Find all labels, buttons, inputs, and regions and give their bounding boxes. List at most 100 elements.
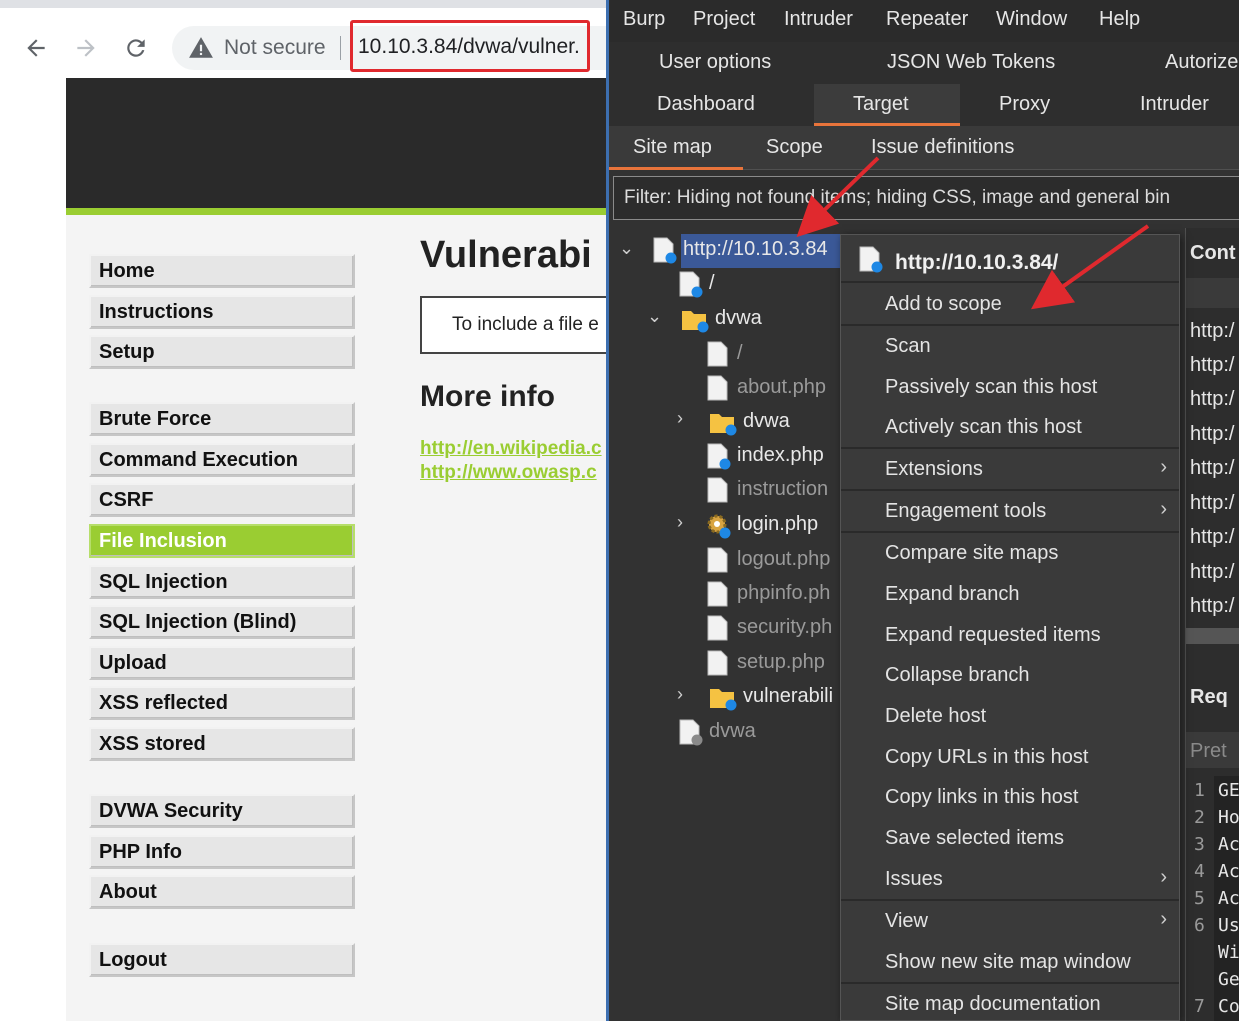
tab-json-web-tokens[interactable]: JSON Web Tokens — [887, 51, 1055, 74]
ctx-save-selected[interactable]: Save selected items — [841, 819, 1179, 859]
contents-url[interactable]: http:/ — [1190, 526, 1234, 549]
request-line: GE — [1218, 780, 1239, 801]
chevron-down-icon[interactable]: ⌄ — [619, 238, 634, 259]
ctx-extensions[interactable]: Extensions › — [841, 450, 1179, 490]
ctx-label: Copy links in this host — [885, 786, 1079, 808]
menu-instructions[interactable]: Instructions — [89, 295, 355, 329]
chevron-right-icon: › — [1160, 866, 1167, 888]
ctx-label: Delete host — [885, 705, 987, 727]
menu-home[interactable]: Home — [89, 254, 355, 288]
menu-burp[interactable]: Burp — [623, 8, 665, 31]
tree-label: instruction — [737, 478, 829, 500]
ctx-site-map-docs[interactable]: Site map documentation — [841, 985, 1179, 1021]
tab-autorize[interactable]: Autorize — [1165, 51, 1238, 74]
owasp-link[interactable]: http://www.owasp.c — [420, 462, 597, 484]
chevron-right-icon: › — [1160, 498, 1167, 520]
ctx-copy-urls[interactable]: Copy URLs in this host — [841, 738, 1179, 778]
menu-xss-stored[interactable]: XSS stored — [89, 727, 355, 761]
address-bar[interactable]: Not secure 10.10.3.84/dvwa/vulner... — [172, 20, 608, 72]
ctx-scan[interactable]: Scan — [841, 327, 1179, 367]
ctx-actively-scan[interactable]: Actively scan this host — [841, 408, 1179, 448]
menu-csrf[interactable]: CSRF — [89, 483, 355, 517]
ctx-expand-branch[interactable]: Expand branch — [841, 575, 1179, 615]
tab-intruder[interactable]: Intruder — [1140, 93, 1209, 116]
chevron-right-icon[interactable]: › — [677, 408, 683, 429]
url-text[interactable]: 10.10.3.84/dvwa/vulner... — [358, 35, 580, 59]
chevron-right-icon[interactable]: › — [677, 684, 683, 705]
menu-help[interactable]: Help — [1099, 8, 1140, 31]
subtab-site-map[interactable]: Site map — [633, 136, 712, 159]
chevron-right-icon[interactable]: › — [677, 512, 683, 533]
menu-dvwa-security[interactable]: DVWA Security — [89, 794, 355, 828]
ctx-label: Expand branch — [885, 583, 1020, 605]
ctx-delete-host[interactable]: Delete host — [841, 697, 1179, 737]
contents-url[interactable]: http:/ — [1190, 423, 1234, 446]
contents-url[interactable]: http:/ — [1190, 457, 1234, 480]
contents-url[interactable]: http:/ — [1190, 320, 1234, 343]
ctx-issues[interactable]: Issues › — [841, 860, 1179, 900]
menu-about[interactable]: About — [89, 875, 355, 909]
reload-icon[interactable] — [118, 30, 154, 66]
ctx-show-new-site-map[interactable]: Show new site map window — [841, 943, 1179, 983]
contents-url[interactable]: http:/ — [1190, 388, 1234, 411]
menu-brute-force[interactable]: Brute Force — [89, 402, 355, 436]
menu-file-inclusion[interactable]: File Inclusion — [89, 524, 355, 558]
wikipedia-link[interactable]: http://en.wikipedia.c — [420, 438, 602, 460]
ctx-collapse-branch[interactable]: Collapse branch — [841, 656, 1179, 696]
menu-window[interactable]: Window — [996, 8, 1067, 31]
back-icon[interactable] — [18, 30, 54, 66]
ctx-label: Issues — [885, 868, 943, 890]
horizontal-scrollbar[interactable] — [1186, 628, 1239, 644]
ctx-label: Save selected items — [885, 827, 1064, 849]
forward-icon[interactable] — [68, 30, 104, 66]
tree-label: setup.php — [737, 651, 825, 673]
menu-separator — [841, 531, 1179, 533]
subtab-issue-definitions[interactable]: Issue definitions — [871, 136, 1014, 159]
contents-url[interactable]: http:/ — [1190, 561, 1234, 584]
menu-sql-injection-blind[interactable]: SQL Injection (Blind) — [89, 605, 355, 639]
request-line: Ho — [1218, 807, 1239, 828]
menu-xss-reflected[interactable]: XSS reflected — [89, 686, 355, 720]
menu-separator — [841, 489, 1179, 491]
file-icon — [707, 547, 728, 573]
tree-label: / — [709, 272, 715, 294]
ctx-compare-site-maps[interactable]: Compare site maps — [841, 534, 1179, 574]
menu-project[interactable]: Project — [693, 8, 755, 31]
file-icon — [707, 443, 731, 470]
menu-separator — [841, 281, 1179, 283]
ctx-expand-requested[interactable]: Expand requested items — [841, 616, 1179, 656]
context-menu-header: http://10.10.3.84/ — [841, 235, 1179, 279]
request-line: Co — [1218, 996, 1239, 1017]
line-number: 2 — [1194, 807, 1205, 828]
menu-sql-injection[interactable]: SQL Injection — [89, 565, 355, 599]
menu-setup[interactable]: Setup — [89, 335, 355, 369]
contents-url[interactable]: http:/ — [1190, 354, 1234, 377]
menu-upload[interactable]: Upload — [89, 646, 355, 680]
file-icon — [707, 581, 728, 607]
ctx-copy-links[interactable]: Copy links in this host — [841, 778, 1179, 818]
menu-intruder[interactable]: Intruder — [784, 8, 853, 31]
ctx-view[interactable]: View › — [841, 902, 1179, 942]
subtab-scope[interactable]: Scope — [766, 136, 823, 159]
menu-logout[interactable]: Logout — [89, 943, 355, 977]
tab-target[interactable]: Target — [853, 93, 909, 116]
contents-header — [1186, 278, 1239, 308]
chevron-down-icon[interactable]: ⌄ — [647, 306, 662, 327]
contents-url[interactable]: http:/ — [1190, 492, 1234, 515]
dvwa-header — [66, 78, 608, 208]
burp-tab-row-2: Dashboard Target Proxy Intruder — [609, 84, 1239, 126]
menu-command-execution[interactable]: Command Execution — [89, 443, 355, 477]
ctx-passively-scan[interactable]: Passively scan this host — [841, 368, 1179, 408]
menu-php-info[interactable]: PHP Info — [89, 835, 355, 869]
ctx-engagement-tools[interactable]: Engagement tools › — [841, 492, 1179, 532]
ctx-label: Actively scan this host — [885, 416, 1082, 438]
pretty-tab[interactable]: Pret — [1190, 740, 1227, 763]
ctx-add-to-scope[interactable]: Add to scope — [841, 285, 1179, 325]
filter-bar[interactable]: Filter: Hiding not found items; hiding C… — [613, 176, 1239, 220]
tab-user-options[interactable]: User options — [659, 51, 771, 74]
tab-dashboard[interactable]: Dashboard — [657, 93, 755, 116]
tab-proxy[interactable]: Proxy — [999, 93, 1050, 116]
file-icon — [679, 719, 703, 746]
contents-url[interactable]: http:/ — [1190, 595, 1234, 618]
menu-repeater[interactable]: Repeater — [886, 8, 968, 31]
